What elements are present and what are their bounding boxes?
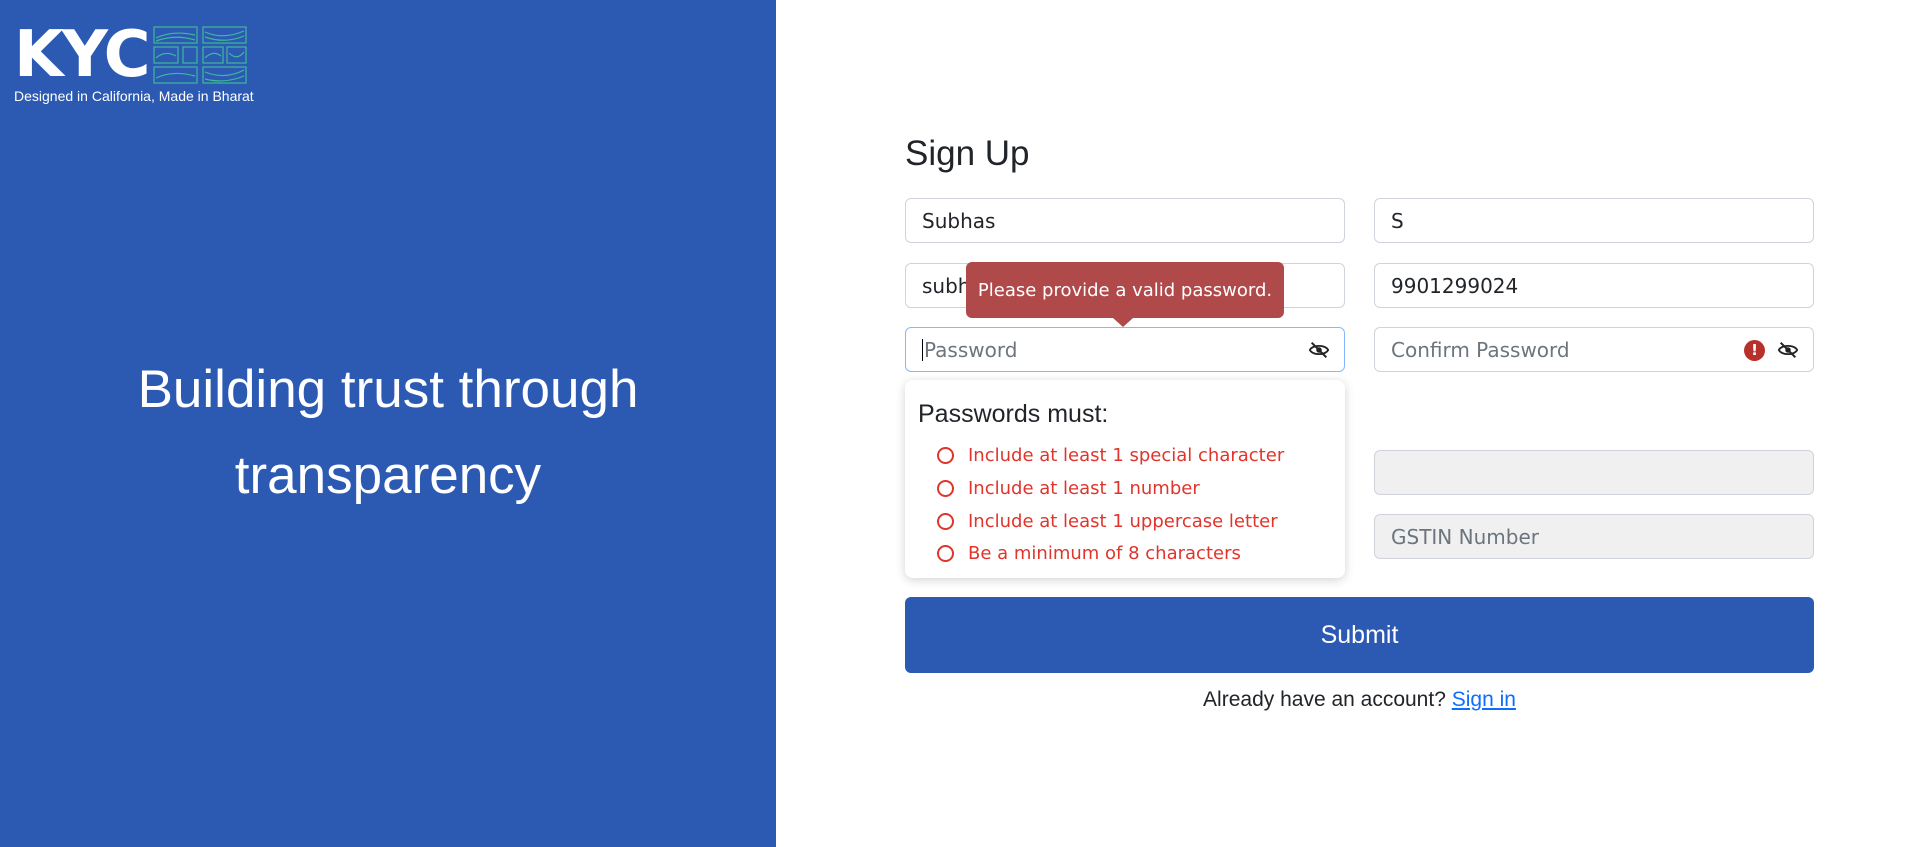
rule-text: Be a minimum of 8 characters [968, 543, 1241, 564]
rule-text: Include at least 1 uppercase letter [968, 511, 1278, 532]
password-rules-popover: Passwords must: Include at least 1 speci… [905, 380, 1345, 578]
last-name-value: S [1391, 208, 1404, 233]
first-name-value: Subhas [922, 208, 996, 233]
phone-value: 9901299024 [1391, 273, 1519, 298]
last-name-input[interactable]: S [1374, 198, 1814, 243]
rules-title: Passwords must: [918, 400, 1109, 428]
rule-item: Include at least 1 uppercase letter [937, 511, 1278, 532]
password-input[interactable]: Password [905, 327, 1345, 372]
disabled-field-right[interactable] [1374, 450, 1814, 495]
logo-text: KYC [14, 18, 151, 92]
circle-icon [937, 480, 954, 497]
rule-text: Include at least 1 number [968, 478, 1200, 499]
rule-item: Include at least 1 special character [937, 445, 1284, 466]
rule-item: Include at least 1 number [937, 478, 1200, 499]
tooltip-text: Please provide a valid password. [977, 279, 1273, 301]
confirm-password-input[interactable]: Confirm Password ! [1374, 327, 1814, 372]
page-title: Sign Up [905, 134, 1030, 173]
logo-grid-icon [153, 26, 247, 84]
hero-headline: Building trust through transparency [0, 347, 776, 519]
circle-icon [937, 545, 954, 562]
brand-tagline: Designed in California, Made in Bharat [14, 88, 254, 104]
rule-item: Be a minimum of 8 characters [937, 543, 1241, 564]
hero-line-1: Building trust through [137, 360, 639, 419]
signin-prompt-row: Already have an account? Sign in [905, 688, 1814, 712]
signin-link[interactable]: Sign in [1452, 688, 1516, 711]
first-name-input[interactable]: Subhas [905, 198, 1345, 243]
validation-tooltip: Please provide a valid password. [966, 262, 1284, 318]
submit-button[interactable]: Submit [905, 597, 1814, 673]
eye-slash-icon[interactable] [1777, 339, 1799, 361]
signin-prompt: Already have an account? [1203, 688, 1446, 711]
eye-slash-icon[interactable] [1308, 339, 1330, 361]
circle-icon [937, 447, 954, 464]
email-value: subh [922, 273, 971, 298]
confirm-password-placeholder: Confirm Password [1391, 337, 1570, 362]
rule-text: Include at least 1 special character [968, 445, 1285, 466]
circle-icon [937, 513, 954, 530]
text-cursor [922, 338, 923, 361]
gstin-input[interactable]: GSTIN Number [1374, 514, 1814, 559]
logo: KYC Designed in California, Made in Bhar… [14, 18, 254, 104]
hero-line-2: transparency [234, 446, 542, 505]
password-placeholder: Password [924, 337, 1018, 362]
brand-panel: KYC Designed in California, Made in Bhar… [0, 0, 776, 847]
phone-input[interactable]: 9901299024 [1374, 263, 1814, 308]
gstin-placeholder: GSTIN Number [1391, 524, 1539, 549]
tooltip-arrow [1113, 318, 1133, 327]
exclamation-circle-icon: ! [1744, 340, 1765, 361]
